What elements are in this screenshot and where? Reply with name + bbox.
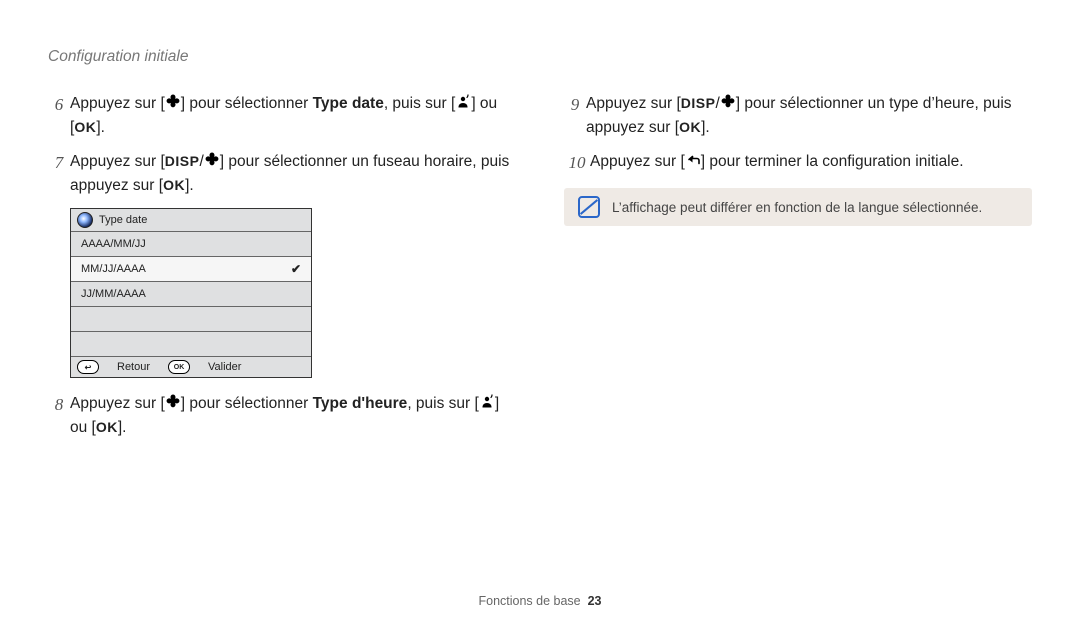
- step-10: 10 Appuyez sur [] pour terminer la confi…: [564, 150, 1032, 176]
- timer-icon: [479, 394, 495, 408]
- macro-icon: [204, 152, 220, 166]
- step-number: 10: [564, 150, 590, 176]
- left-column: 6 Appuyez sur [] pour sélectionner Type …: [48, 92, 516, 450]
- step-body: Appuyez sur [] pour sélectionner Type da…: [70, 92, 516, 140]
- step-6: 6 Appuyez sur [] pour sélectionner Type …: [48, 92, 516, 140]
- disp-icon: DISP: [165, 153, 200, 169]
- step-body: Appuyez sur [DISP/] pour sélectionner un…: [70, 150, 516, 198]
- menu-title-bar: Type date: [71, 209, 311, 232]
- note-text: L’affichage peut différer en fonction de…: [612, 200, 982, 215]
- ok-icon: OK: [74, 119, 96, 135]
- ok-key-icon: OK: [168, 360, 190, 374]
- step-9: 9 Appuyez sur [DISP/] pour sélectionner …: [564, 92, 1032, 140]
- step-number: 6: [48, 92, 70, 118]
- check-icon: ✔: [291, 262, 301, 276]
- page-number: 23: [588, 594, 602, 608]
- step-body: Appuyez sur [] pour terminer la configur…: [590, 150, 1032, 174]
- menu-title: Type date: [99, 214, 147, 226]
- info-note: L’affichage peut différer en fonction de…: [564, 188, 1032, 226]
- return-icon: [685, 152, 701, 166]
- step-number: 8: [48, 392, 70, 418]
- date-type-menu: Type date AAAA/MM/JJ MM/JJ/AAAA ✔ JJ/MM/…: [70, 208, 312, 378]
- timer-icon: [455, 94, 471, 108]
- back-label: Retour: [117, 361, 150, 373]
- footer-label: Fonctions de base: [478, 594, 580, 608]
- ok-icon: OK: [96, 419, 118, 435]
- menu-option-selected[interactable]: MM/JJ/AAAA ✔: [71, 257, 311, 282]
- step-number: 7: [48, 150, 70, 176]
- section-title: Configuration initiale: [48, 48, 1032, 66]
- menu-footer: ↩ Retour OK Valider: [71, 356, 311, 377]
- step-body: Appuyez sur [DISP/] pour sélectionner un…: [586, 92, 1032, 140]
- menu-empty-row: [71, 307, 311, 332]
- note-icon: [578, 196, 600, 218]
- step-8: 8 Appuyez sur [] pour sélectionner Type …: [48, 392, 516, 440]
- step-number: 9: [564, 92, 586, 118]
- back-key-icon: ↩: [77, 360, 99, 374]
- menu-option[interactable]: AAAA/MM/JJ: [71, 232, 311, 257]
- settings-wheel-icon: [77, 212, 93, 228]
- ok-icon: OK: [163, 177, 185, 193]
- disp-icon: DISP: [681, 95, 716, 111]
- step-body: Appuyez sur [] pour sélectionner Type d'…: [70, 392, 516, 440]
- menu-empty-row: [71, 332, 311, 356]
- page-footer: Fonctions de base 23: [0, 594, 1080, 608]
- menu-option[interactable]: JJ/MM/AAAA: [71, 282, 311, 307]
- macro-icon: [165, 394, 181, 408]
- macro-icon: [720, 94, 736, 108]
- right-column: 9 Appuyez sur [DISP/] pour sélectionner …: [564, 92, 1032, 450]
- step-7: 7 Appuyez sur [DISP/] pour sélectionner …: [48, 150, 516, 198]
- ok-icon: OK: [679, 119, 701, 135]
- macro-icon: [165, 94, 181, 108]
- ok-label: Valider: [208, 361, 241, 373]
